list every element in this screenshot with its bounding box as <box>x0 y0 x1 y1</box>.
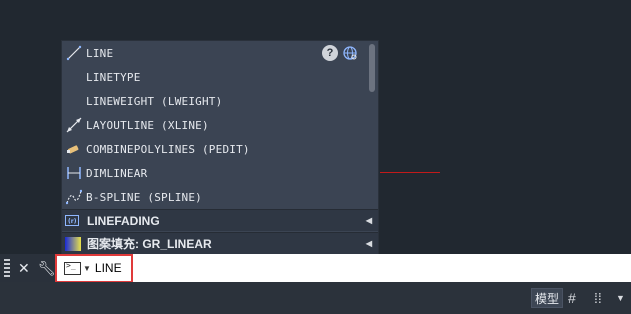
suggestion-list: LINE LINETYPE LINEWEIGHT (LWEIGHT) LAYOU… <box>62 41 368 209</box>
wrench-icon[interactable]: 🔧︎ <box>38 260 56 277</box>
suggestion-linetype[interactable]: LINETYPE <box>62 65 368 89</box>
spline-icon <box>64 187 84 207</box>
suggestion-label: LINEWEIGHT (LWEIGHT) <box>86 94 223 108</box>
chevron-down-icon[interactable]: ▼ <box>616 293 625 303</box>
suggestion-bspline[interactable]: B-SPLINE (SPLINE) <box>62 185 368 209</box>
suggestion-lineweight[interactable]: LINEWEIGHT (LWEIGHT) <box>62 89 368 113</box>
command-input[interactable]: ▼ LINE <box>56 254 631 282</box>
fading-icon: (r) <box>65 214 81 228</box>
drag-grip-icon[interactable] <box>4 259 10 277</box>
snap-grid-icon[interactable]: ⁞⁞ <box>594 290 602 306</box>
drawn-line <box>380 172 440 173</box>
popup-scrollbar[interactable] <box>369 44 375 92</box>
suggestion-label: DIMLINEAR <box>86 166 148 180</box>
group-linefading[interactable]: (r) LINEFADING ◀ <box>62 209 378 231</box>
suggestion-label: COMBINEPOLYLINES (PEDIT) <box>86 142 250 156</box>
line-icon <box>64 43 84 63</box>
pedit-icon <box>64 139 84 159</box>
gradient-swatch-icon <box>65 236 81 251</box>
highlight-box <box>55 254 133 283</box>
model-space-button[interactable]: 模型 <box>531 288 563 308</box>
autocomplete-popup: LINE LINETYPE LINEWEIGHT (LWEIGHT) LAYOU… <box>61 40 379 254</box>
group-hatch-gr-linear[interactable]: 图案填充: GR_LINEAR ◀ <box>62 232 378 254</box>
suggestion-dimlinear[interactable]: DIMLINEAR <box>62 161 368 185</box>
status-bar: 模型 # ⁞⁞ ▼ <box>0 282 631 314</box>
group-label: 图案填充: GR_LINEAR <box>87 237 212 251</box>
command-line-controls: ✕ 🔧︎ <box>0 254 56 282</box>
suggestion-label: LINETYPE <box>86 70 141 84</box>
dimlinear-icon <box>64 163 84 183</box>
popup-tools: ? <box>322 45 358 66</box>
globe-search-icon[interactable] <box>342 45 358 66</box>
xline-icon <box>64 115 84 135</box>
close-icon[interactable]: ✕ <box>18 260 30 277</box>
grid-icon[interactable]: # <box>568 290 576 306</box>
suggestion-layoutline[interactable]: LAYOUTLINE (XLINE) <box>62 113 368 137</box>
suggestion-label: LAYOUTLINE (XLINE) <box>86 118 209 132</box>
svg-text:(r): (r) <box>68 218 77 225</box>
chevron-left-icon: ◀ <box>365 216 372 225</box>
suggestion-label: LINE <box>86 46 114 60</box>
group-label: LINEFADING <box>87 213 160 228</box>
help-icon[interactable]: ? <box>322 45 338 61</box>
chevron-left-icon: ◀ <box>365 239 372 248</box>
suggestion-combinepolylines[interactable]: COMBINEPOLYLINES (PEDIT) <box>62 137 368 161</box>
suggestion-label: B-SPLINE (SPLINE) <box>86 190 202 204</box>
